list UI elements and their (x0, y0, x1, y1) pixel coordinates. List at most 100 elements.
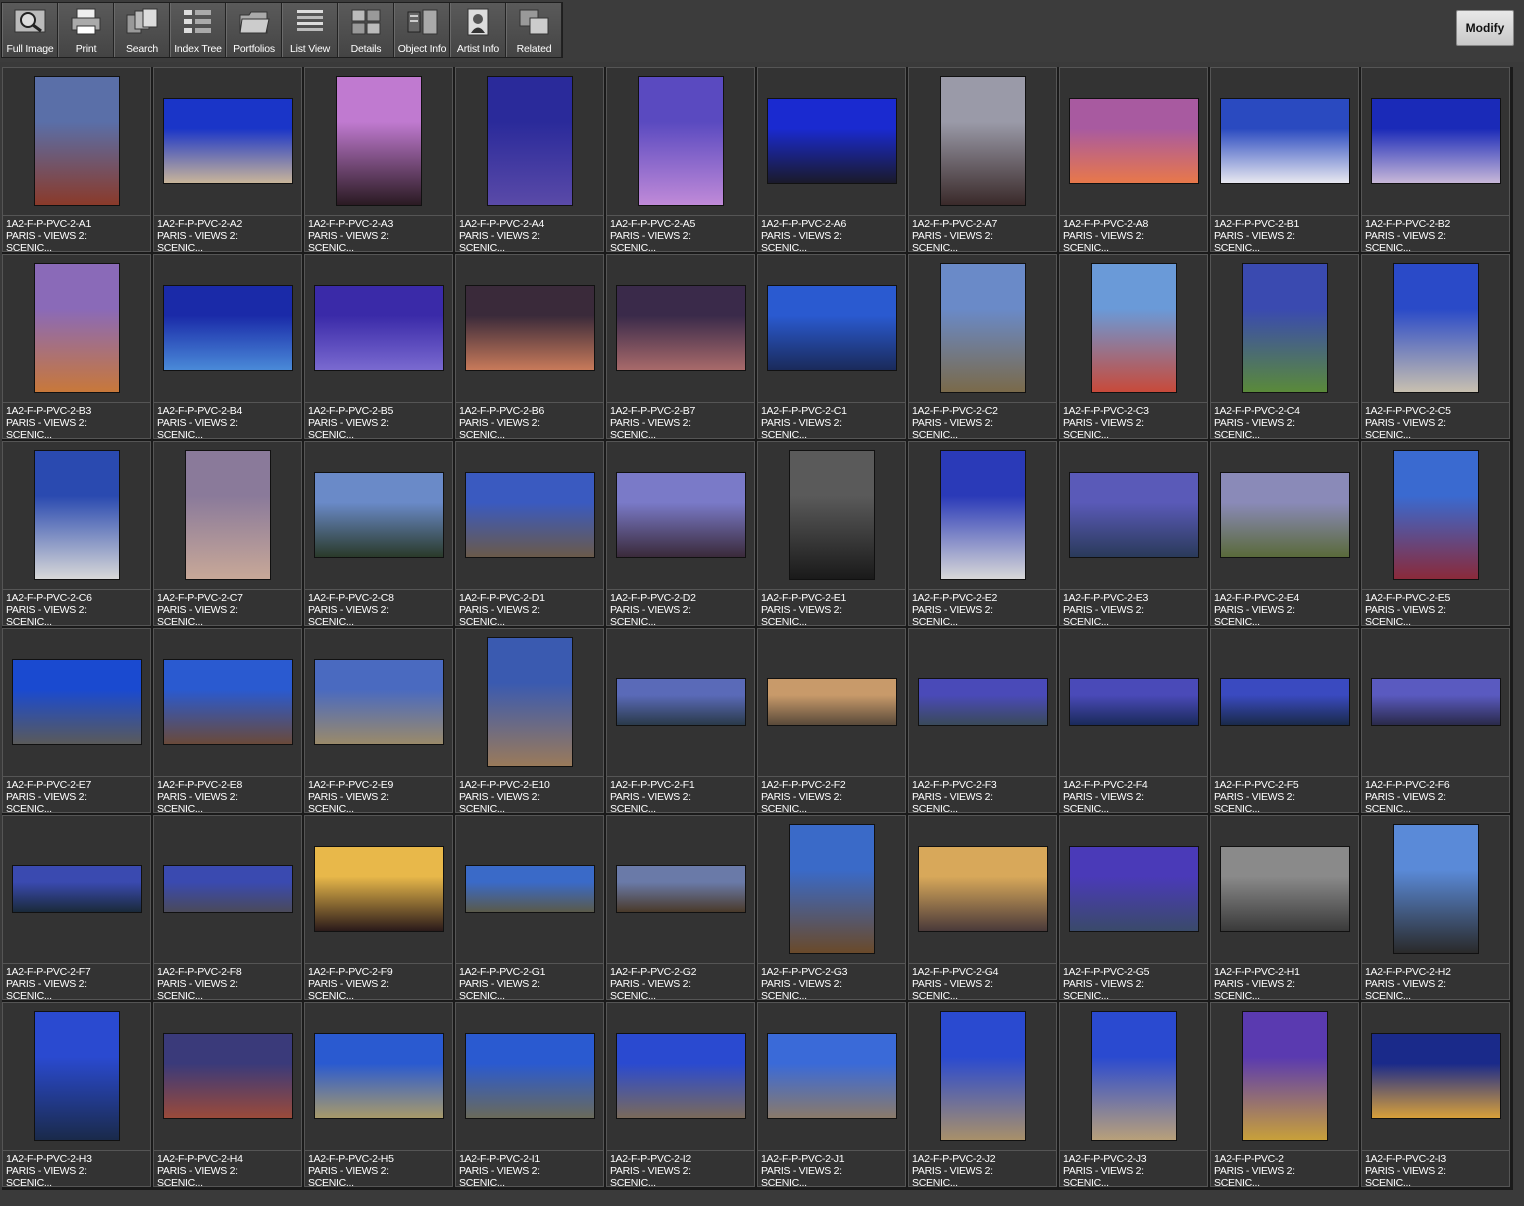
thumbnail-image[interactable] (1069, 473, 1198, 557)
thumbnail-image[interactable] (789, 451, 874, 579)
thumbnail-cell[interactable]: 1A2-F-P-PVC-2-H5 PARIS - VIEWS 2: SCENIC..… (304, 1002, 453, 1187)
thumbnail-image[interactable] (638, 77, 723, 205)
thumbnail-image[interactable] (163, 286, 292, 370)
thumbnail-image[interactable] (1220, 847, 1349, 931)
thumbnail-image[interactable] (616, 286, 745, 370)
thumbnail-cell[interactable]: 1A2-F-P-PVC-2-F9 PARIS - VIEWS 2: SCENIC..… (304, 815, 453, 1000)
thumbnail-image[interactable] (616, 866, 745, 912)
thumbnail-cell[interactable]: 1A2-F-P-PVC-2-A7 PARIS - VIEWS 2: SCENIC..… (908, 67, 1057, 252)
thumbnail-image[interactable] (1371, 99, 1500, 183)
thumbnail-image[interactable] (1393, 264, 1478, 392)
thumbnail-cell[interactable]: 1A2-F-P-PVC-2-E4 PARIS - VIEWS 2: SCENIC..… (1210, 441, 1359, 626)
thumbnail-image[interactable] (1091, 1012, 1176, 1140)
thumbnail-cell[interactable]: 1A2-F-P-PVC-2-A6 PARIS - VIEWS 2: SCENIC..… (757, 67, 906, 252)
thumbnail-image[interactable] (918, 847, 1047, 931)
toolbar-button-object-info[interactable]: Object Info (394, 3, 450, 57)
thumbnail-cell[interactable]: 1A2-F-P-PVC-2-E7 PARIS - VIEWS 2: SCENIC..… (2, 628, 151, 813)
thumbnail-cell[interactable]: 1A2-F-P-PVC-2-B1 PARIS - VIEWS 2: SCENIC..… (1210, 67, 1359, 252)
thumbnail-cell[interactable]: 1A2-F-P-PVC-2-F7 PARIS - VIEWS 2: SCENIC..… (2, 815, 151, 1000)
thumbnail-cell[interactable]: 1A2-F-P-PVC-2-J2 PARIS - VIEWS 2: SCENIC..… (908, 1002, 1057, 1187)
thumbnail-image[interactable] (1069, 679, 1198, 725)
thumbnail-image[interactable] (487, 77, 572, 205)
thumbnail-image[interactable] (314, 1034, 443, 1118)
thumbnail-cell[interactable]: 1A2-F-P-PVC-2-F4 PARIS - VIEWS 2: SCENIC..… (1059, 628, 1208, 813)
toolbar-button-artist-info[interactable]: Artist Info (450, 3, 506, 57)
thumbnail-image[interactable] (616, 473, 745, 557)
thumbnail-image[interactable] (34, 264, 119, 392)
thumbnail-cell[interactable]: 1A2-F-P-PVC-2-E3 PARIS - VIEWS 2: SCENIC..… (1059, 441, 1208, 626)
thumbnail-cell[interactable]: 1A2-F-P-PVC-2-B3 PARIS - VIEWS 2: SCENIC..… (2, 254, 151, 439)
thumbnail-cell[interactable]: 1A2-F-P-PVC-2-C8 PARIS - VIEWS 2: SCENIC..… (304, 441, 453, 626)
thumbnail-image[interactable] (314, 286, 443, 370)
thumbnail-cell[interactable]: 1A2-F-P-PVC-2-A8 PARIS - VIEWS 2: SCENIC..… (1059, 67, 1208, 252)
thumbnail-cell[interactable]: 1A2-F-P-PVC-2-H1 PARIS - VIEWS 2: SCENIC..… (1210, 815, 1359, 1000)
thumbnail-cell[interactable]: 1A2-F-P-PVC-2-H2 PARIS - VIEWS 2: SCENIC..… (1361, 815, 1510, 1000)
thumbnail-image[interactable] (1371, 679, 1500, 725)
thumbnail-image[interactable] (1091, 264, 1176, 392)
thumbnail-image[interactable] (1069, 847, 1198, 931)
thumbnail-image[interactable] (767, 679, 896, 725)
thumbnail-image[interactable] (1242, 1012, 1327, 1140)
thumbnail-cell[interactable]: 1A2-F-P-PVC-2-C6 PARIS - VIEWS 2: SCENIC..… (2, 441, 151, 626)
toolbar-button-index-tree[interactable]: Index Tree (170, 3, 226, 57)
thumbnail-cell[interactable]: 1A2-F-P-PVC-2-J3 PARIS - VIEWS 2: SCENIC..… (1059, 1002, 1208, 1187)
thumbnail-image[interactable] (1242, 264, 1327, 392)
thumbnail-image[interactable] (940, 451, 1025, 579)
thumbnail-cell[interactable]: 1A2-F-P-PVC-2-E8 PARIS - VIEWS 2: SCENIC..… (153, 628, 302, 813)
thumbnail-cell[interactable]: 1A2-F-P-PVC-2-I3 PARIS - VIEWS 2: SCENIC..… (1361, 1002, 1510, 1187)
thumbnail-cell[interactable]: 1A2-F-P-PVC-2-A4 PARIS - VIEWS 2: SCENIC..… (455, 67, 604, 252)
thumbnail-image[interactable] (12, 660, 141, 744)
thumbnail-cell[interactable]: 1A2-F-P-PVC-2-E5 PARIS - VIEWS 2: SCENIC..… (1361, 441, 1510, 626)
thumbnail-image[interactable] (465, 286, 594, 370)
thumbnail-cell[interactable]: 1A2-F-P-PVC-2-B5 PARIS - VIEWS 2: SCENIC..… (304, 254, 453, 439)
thumbnail-cell[interactable]: 1A2-F-P-PVC-2-B6 PARIS - VIEWS 2: SCENIC..… (455, 254, 604, 439)
thumbnail-image[interactable] (940, 77, 1025, 205)
thumbnail-cell[interactable]: 1A2-F-P-PVC-2-I2 PARIS - VIEWS 2: SCENIC..… (606, 1002, 755, 1187)
modify-button[interactable]: Modify (1456, 10, 1514, 46)
thumbnail-cell[interactable]: 1A2-F-P-PVC-2-C5 PARIS - VIEWS 2: SCENIC..… (1361, 254, 1510, 439)
thumbnail-image[interactable] (465, 1034, 594, 1118)
thumbnail-cell[interactable]: 1A2-F-P-PVC-2-H4 PARIS - VIEWS 2: SCENIC..… (153, 1002, 302, 1187)
thumbnail-image[interactable] (767, 99, 896, 183)
thumbnail-cell[interactable]: 1A2-F-P-PVC-2 PARIS - VIEWS 2: SCENIC... (1210, 1002, 1359, 1187)
thumbnail-cell[interactable]: 1A2-F-P-PVC-2-E9 PARIS - VIEWS 2: SCENIC..… (304, 628, 453, 813)
thumbnail-image[interactable] (465, 473, 594, 557)
thumbnail-image[interactable] (314, 473, 443, 557)
thumbnail-cell[interactable]: 1A2-F-P-PVC-2-G5 PARIS - VIEWS 2: SCENIC..… (1059, 815, 1208, 1000)
thumbnail-cell[interactable]: 1A2-F-P-PVC-2-A3 PARIS - VIEWS 2: SCENIC..… (304, 67, 453, 252)
thumbnail-image[interactable] (1220, 473, 1349, 557)
thumbnail-image[interactable] (1393, 451, 1478, 579)
toolbar-button-portfolios[interactable]: Portfolios (226, 3, 282, 57)
thumbnail-cell[interactable]: 1A2-F-P-PVC-2-E10 PARIS - VIEWS 2: SCENIC.… (455, 628, 604, 813)
thumbnail-image[interactable] (163, 660, 292, 744)
thumbnail-image[interactable] (163, 99, 292, 183)
thumbnail-image[interactable] (34, 1012, 119, 1140)
thumbnail-cell[interactable]: 1A2-F-P-PVC-2-B7 PARIS - VIEWS 2: SCENIC..… (606, 254, 755, 439)
thumbnail-image[interactable] (185, 451, 270, 579)
thumbnail-image[interactable] (789, 825, 874, 953)
thumbnail-cell[interactable]: 1A2-F-P-PVC-2-G3 PARIS - VIEWS 2: SCENIC..… (757, 815, 906, 1000)
thumbnail-image[interactable] (336, 77, 421, 205)
thumbnail-cell[interactable]: 1A2-F-P-PVC-2-F6 PARIS - VIEWS 2: SCENIC..… (1361, 628, 1510, 813)
thumbnail-cell[interactable]: 1A2-F-P-PVC-2-I1 PARIS - VIEWS 2: SCENIC..… (455, 1002, 604, 1187)
thumbnail-cell[interactable]: 1A2-F-P-PVC-2-C1 PARIS - VIEWS 2: SCENIC..… (757, 254, 906, 439)
thumbnail-image[interactable] (940, 1012, 1025, 1140)
thumbnail-cell[interactable]: 1A2-F-P-PVC-2-C2 PARIS - VIEWS 2: SCENIC..… (908, 254, 1057, 439)
thumbnail-cell[interactable]: 1A2-F-P-PVC-2-F1 PARIS - VIEWS 2: SCENIC..… (606, 628, 755, 813)
toolbar-button-details[interactable]: Details (338, 3, 394, 57)
thumbnail-image[interactable] (314, 660, 443, 744)
toolbar-button-search[interactable]: Search (114, 3, 170, 57)
thumbnail-cell[interactable]: 1A2-F-P-PVC-2-G1 PARIS - VIEWS 2: SCENIC..… (455, 815, 604, 1000)
thumbnail-cell[interactable]: 1A2-F-P-PVC-2-F3 PARIS - VIEWS 2: SCENIC..… (908, 628, 1057, 813)
thumbnail-cell[interactable]: 1A2-F-P-PVC-2-A1 PARIS - VIEWS 2: SCENIC..… (2, 67, 151, 252)
toolbar-button-print[interactable]: Print (58, 3, 114, 57)
thumbnail-image[interactable] (767, 1034, 896, 1118)
thumbnail-image[interactable] (1371, 1034, 1500, 1118)
thumbnail-image[interactable] (34, 451, 119, 579)
thumbnail-cell[interactable]: 1A2-F-P-PVC-2-C7 PARIS - VIEWS 2: SCENIC..… (153, 441, 302, 626)
thumbnail-image[interactable] (918, 679, 1047, 725)
thumbnail-image[interactable] (1220, 679, 1349, 725)
thumbnail-image[interactable] (940, 264, 1025, 392)
thumbnail-image[interactable] (12, 866, 141, 912)
thumbnail-cell[interactable]: 1A2-F-P-PVC-2-F5 PARIS - VIEWS 2: SCENIC..… (1210, 628, 1359, 813)
